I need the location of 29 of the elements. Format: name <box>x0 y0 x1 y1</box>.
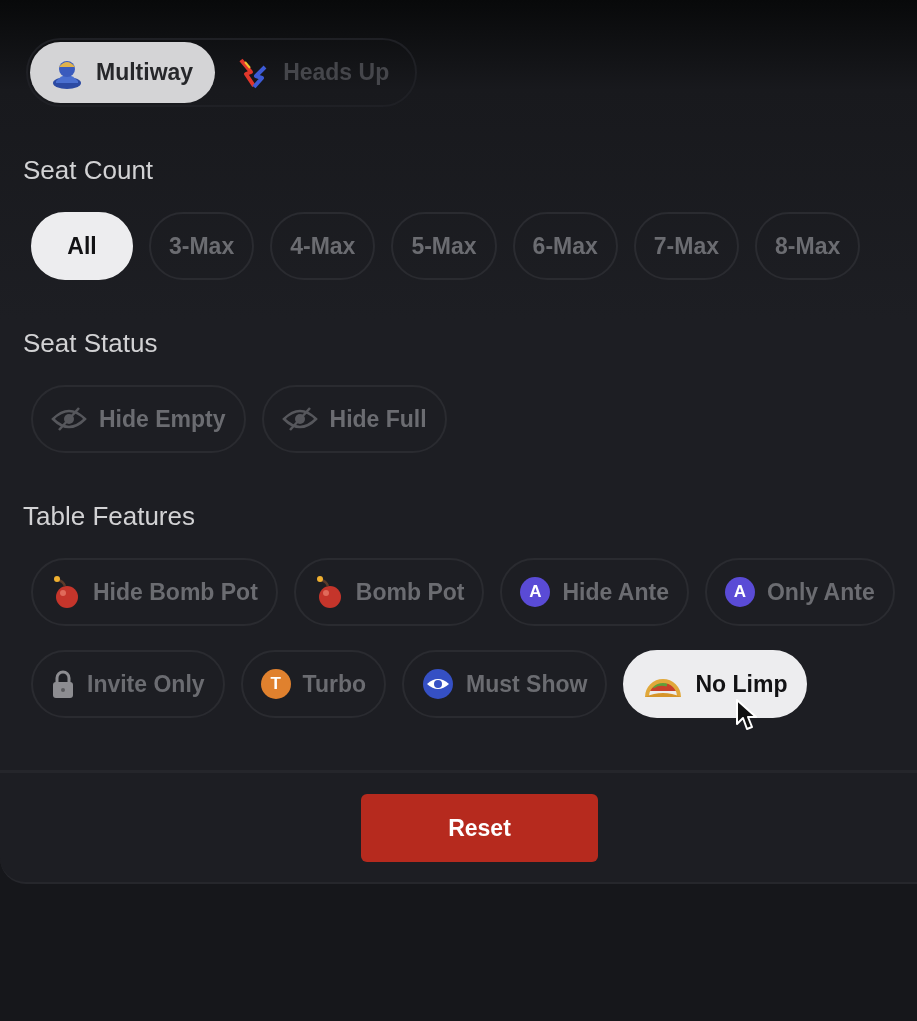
filter-chip[interactable]: Must Show <box>402 650 608 718</box>
section-title: Table Features <box>23 501 196 531</box>
filter-chip[interactable]: 3-Max <box>149 212 255 280</box>
lock-icon <box>51 669 75 699</box>
eye-icon <box>422 668 455 700</box>
filter-chip[interactable]: A Only Ante <box>704 558 895 626</box>
eye-off-icon <box>51 405 87 433</box>
filter-chip[interactable]: 7-Max <box>633 212 739 280</box>
filter-chip[interactable]: 6-Max <box>512 212 618 280</box>
letter-badge: T <box>260 669 291 699</box>
filter-chip[interactable]: Hide Bomb Pot <box>31 558 278 626</box>
mode-tab[interactable]: Multiway <box>30 42 216 103</box>
filter-chip[interactable]: T Turbo <box>240 650 387 718</box>
filter-chip[interactable]: Invite Only <box>31 650 225 718</box>
letter-badge: A <box>724 577 755 607</box>
bomb-icon <box>51 575 81 609</box>
filter-chip[interactable]: Hide Empty <box>31 385 246 453</box>
letter-badge: A <box>520 577 551 607</box>
eye-off-icon <box>281 405 318 433</box>
filter-chip[interactable]: Bomb Pot <box>293 558 485 626</box>
reset-button[interactable]: Reset <box>361 794 598 862</box>
section-title: Seat Status <box>23 328 159 358</box>
filter-chip[interactable]: All <box>31 212 133 280</box>
filter-chip[interactable]: 4-Max <box>270 212 376 280</box>
filter-chip[interactable]: 8-Max <box>755 212 861 280</box>
filter-chip[interactable]: 5-Max <box>391 212 497 280</box>
filter-chip[interactable]: Hide Full <box>261 385 447 453</box>
section-title: Seat Count <box>23 155 155 185</box>
filter-chip[interactable]: A Hide Ante <box>500 558 689 626</box>
